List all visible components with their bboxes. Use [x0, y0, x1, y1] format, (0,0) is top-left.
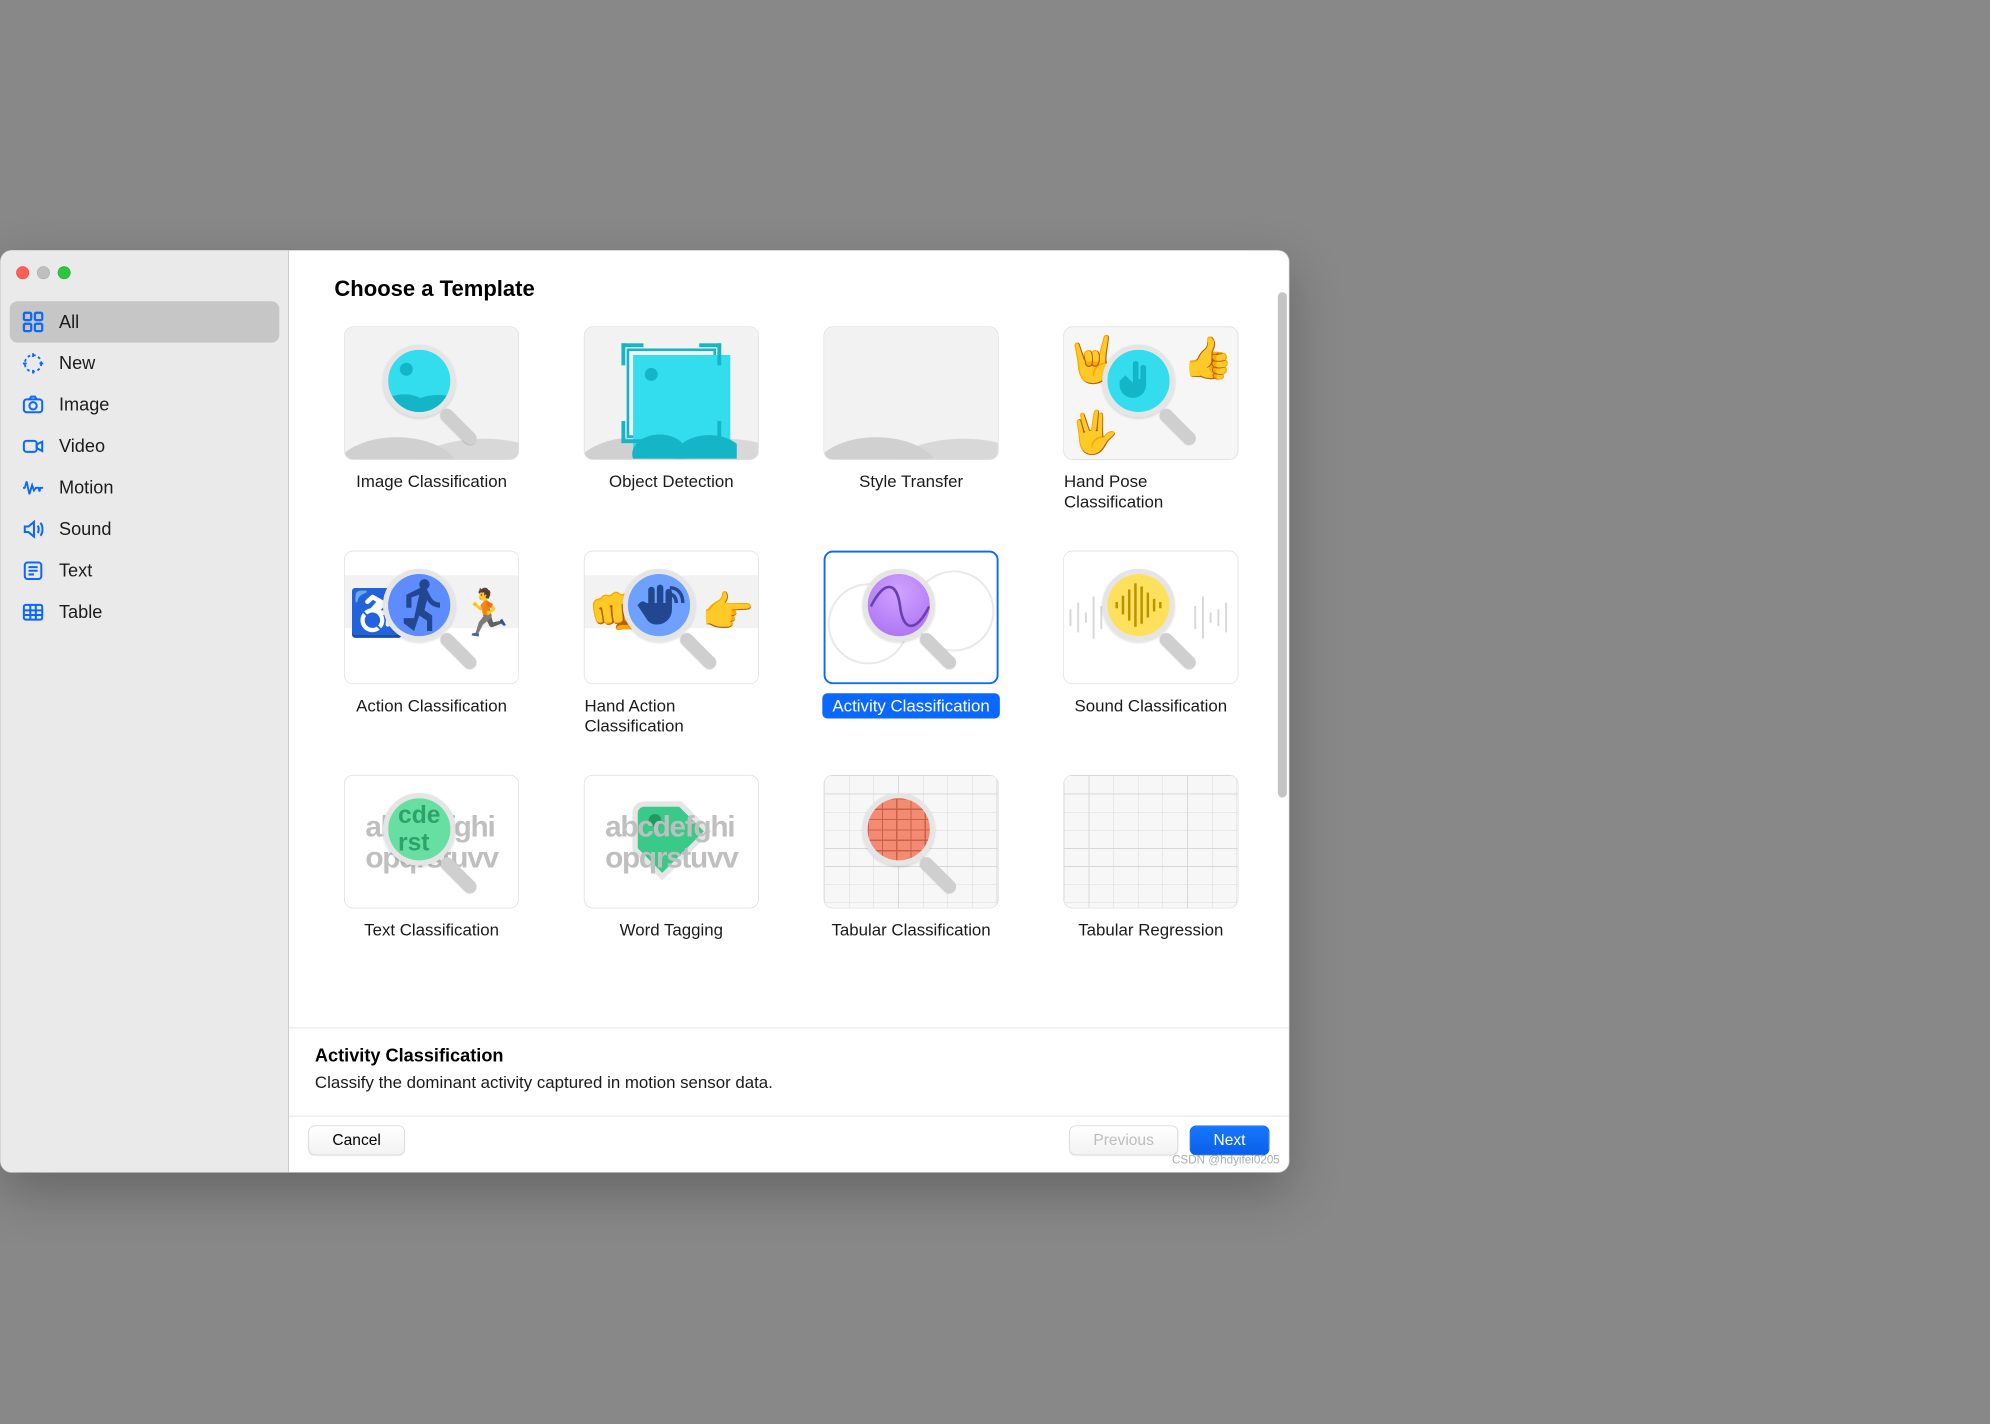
- table-icon: [21, 601, 44, 624]
- magnifier-icon: [623, 569, 720, 666]
- template-label: Tabular Classification: [821, 917, 1001, 942]
- template-chooser-window: All New: [0, 250, 1290, 1173]
- template-thumbnail: [824, 775, 999, 908]
- minimize-icon[interactable]: [37, 266, 50, 279]
- template-thumbnail: cderst: [344, 775, 519, 908]
- template-label: Style Transfer: [849, 469, 974, 494]
- sidebar-item-label: New: [59, 353, 95, 374]
- template-activity-classification[interactable]: Activity Classification: [814, 551, 1008, 739]
- page-title: Choose a Template: [334, 277, 1243, 302]
- template-thumbnail: [824, 551, 999, 684]
- template-grid: Image Classification Object Detec: [334, 326, 1243, 942]
- window-controls: [1, 251, 289, 295]
- magnifier-icon: [383, 569, 480, 666]
- sidebar-item-label: Text: [59, 560, 92, 581]
- footer: Activity Classification Classify the dom…: [289, 1028, 1289, 1173]
- magnifier-icon: [383, 345, 480, 442]
- sidebar-item-all[interactable]: All: [10, 301, 280, 342]
- sound-icon: [21, 518, 44, 541]
- sidebar-item-label: Video: [59, 436, 105, 457]
- sidebar-item-label: All: [59, 312, 79, 333]
- template-label: Hand Action Classification: [574, 693, 768, 738]
- sidebar-item-new[interactable]: New: [10, 343, 280, 384]
- previous-button[interactable]: Previous: [1069, 1125, 1177, 1155]
- magnifier-icon: cderst: [383, 793, 480, 890]
- template-label: Hand Pose Classification: [1054, 469, 1248, 514]
- sparkle-icon: [21, 352, 44, 375]
- magnifier-icon: [1102, 569, 1199, 666]
- template-thumbnail: [584, 775, 759, 908]
- template-action-classification[interactable]: ♿ 🏃 Action Classification: [334, 551, 528, 739]
- sidebar-item-motion[interactable]: Motion: [10, 467, 280, 508]
- template-sound-classification[interactable]: Sound Classification: [1054, 551, 1248, 739]
- template-label: Object Detection: [599, 469, 744, 494]
- template-thumbnail: [584, 326, 759, 459]
- tag-icon: [626, 795, 717, 889]
- detail-description: Classify the dominant activity captured …: [315, 1072, 1263, 1092]
- template-image-classification[interactable]: Image Classification: [334, 326, 528, 514]
- template-style-transfer[interactable]: Style Transfer: [814, 326, 1008, 514]
- sidebar-item-label: Image: [59, 395, 109, 416]
- camera-icon: [21, 393, 44, 416]
- magnifier-icon: [1102, 345, 1199, 442]
- video-icon: [21, 435, 44, 458]
- template-hand-pose-classification[interactable]: 🤟 👍 🖖 Hand Pose Classification: [1054, 326, 1248, 514]
- sidebar-item-label: Sound: [59, 519, 111, 540]
- detail-title: Activity Classification: [315, 1045, 1263, 1066]
- template-detail: Activity Classification Classify the dom…: [289, 1028, 1289, 1115]
- close-icon[interactable]: [16, 266, 29, 279]
- template-word-tagging[interactable]: Word Tagging: [574, 775, 768, 943]
- template-thumbnail: 👊 👉: [584, 551, 759, 684]
- template-hand-action-classification[interactable]: 👊 👉 Hand Action Classification: [574, 551, 768, 739]
- grid-icon: [21, 310, 44, 333]
- template-thumbnail: 🤟 👍 🖖: [1063, 326, 1238, 459]
- motion-icon: [21, 476, 44, 499]
- next-button[interactable]: Next: [1189, 1125, 1269, 1155]
- drop-icon: [866, 340, 957, 447]
- crop-frame-icon: [623, 345, 720, 442]
- text-icon: [21, 559, 44, 582]
- zoom-icon[interactable]: [58, 266, 71, 279]
- template-thumbnail: ♿ 🏃: [344, 551, 519, 684]
- sidebar-item-label: Motion: [59, 477, 113, 498]
- template-label: Text Classification: [354, 917, 510, 942]
- template-thumbnail: [344, 326, 519, 459]
- cancel-button[interactable]: Cancel: [308, 1125, 404, 1155]
- sidebar-list: All New: [1, 295, 289, 640]
- sidebar-item-label: Table: [59, 602, 102, 623]
- triangle-icon: [1102, 791, 1199, 891]
- sidebar-item-table[interactable]: Table: [10, 591, 280, 632]
- sidebar-item-text[interactable]: Text: [10, 550, 280, 591]
- magnifier-icon: [862, 569, 959, 666]
- template-thumbnail: [1063, 775, 1238, 908]
- sidebar-item-sound[interactable]: Sound: [10, 509, 280, 550]
- magnifier-icon: [862, 793, 959, 890]
- template-tabular-classification[interactable]: Tabular Classification: [814, 775, 1008, 943]
- template-text-classification[interactable]: cderst Text Classification: [334, 775, 528, 943]
- template-thumbnail: [824, 326, 999, 459]
- template-label: Tabular Regression: [1068, 917, 1234, 942]
- scrollbar-thumb[interactable]: [1278, 292, 1287, 797]
- template-label: Sound Classification: [1064, 693, 1237, 718]
- template-label: Image Classification: [346, 469, 517, 494]
- template-scroll-area[interactable]: Choose a Template Image Classification: [289, 251, 1289, 1028]
- footer-buttons: Cancel Previous Next: [289, 1116, 1289, 1172]
- template-label: Activity Classification: [822, 693, 1000, 718]
- main-panel: Choose a Template Image Classification: [289, 251, 1289, 1172]
- template-thumbnail: [1063, 551, 1238, 684]
- sidebar: All New: [1, 251, 289, 1172]
- template-object-detection[interactable]: Object Detection: [574, 326, 768, 514]
- template-tabular-regression[interactable]: Tabular Regression: [1054, 775, 1248, 943]
- template-label: Word Tagging: [609, 917, 733, 942]
- template-label: Action Classification: [346, 693, 517, 718]
- sidebar-item-image[interactable]: Image: [10, 384, 280, 425]
- sidebar-item-video[interactable]: Video: [10, 426, 280, 467]
